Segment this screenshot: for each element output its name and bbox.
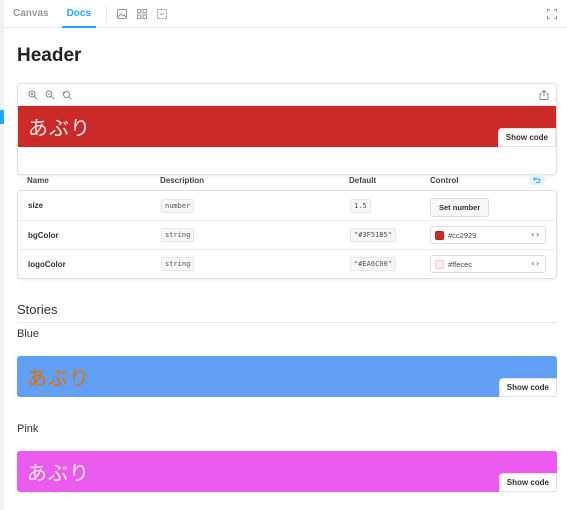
arg-name: size — [28, 201, 44, 210]
arg-type: string — [161, 257, 195, 271]
args-table-body: size number 1.5 Set number bgColor strin… — [17, 190, 557, 279]
share-icon[interactable] — [535, 86, 552, 103]
story-preview: あぶり Show code — [17, 83, 557, 175]
addon-toolbar: Canvas Docs — [4, 0, 567, 28]
set-number-button[interactable]: Set number — [430, 197, 490, 217]
image-icon[interactable] — [113, 5, 131, 23]
arg-type: number — [161, 198, 195, 213]
header-banner: あぶり Show code — [18, 106, 556, 147]
logocolor-color-input[interactable]: #ffecec ‹› — [430, 255, 546, 273]
logo-text: あぶり — [27, 366, 90, 390]
table-row: logoColor string "#EA6C00" #ffecec ‹› — [18, 249, 556, 278]
table-row: size number 1.5 Set number — [18, 191, 556, 220]
table-row: bgColor string "#3F51B5" #cc2929 ‹› — [18, 220, 556, 249]
color-value: #cc2929 — [448, 230, 477, 240]
show-code-button[interactable]: Show code — [498, 378, 557, 397]
args-table-header: Name Description Default Control — [17, 170, 557, 190]
header-banner: あぶり — [17, 451, 557, 492]
code-toggle-icon[interactable]: ‹› — [530, 259, 540, 268]
color-value: #ffecec — [448, 259, 473, 269]
fullscreen-icon[interactable] — [543, 5, 561, 23]
story-preview-pink: あぶり Show code — [17, 451, 557, 492]
header-control: Control — [430, 175, 459, 185]
arg-default: 1.5 — [350, 198, 371, 213]
story-title-blue: Blue — [17, 328, 40, 340]
story-preview-blue: あぶり Show code — [17, 356, 557, 397]
header-default: Default — [349, 175, 377, 185]
toolbar-divider — [106, 5, 108, 22]
outline-icon[interactable] — [153, 5, 171, 23]
color-swatch[interactable] — [435, 259, 444, 269]
logo-text: あぶり — [28, 116, 91, 140]
header-banner: あぶり — [17, 356, 557, 397]
zoom-in-icon[interactable] — [24, 86, 41, 103]
show-code-button[interactable]: Show code — [497, 128, 556, 147]
color-swatch[interactable] — [435, 230, 444, 240]
arg-default: "#EA6C00" — [350, 257, 396, 271]
code-toggle-icon[interactable]: ‹› — [530, 230, 540, 239]
tab-docs[interactable]: Docs — [58, 0, 100, 28]
show-code-button[interactable]: Show code — [498, 473, 557, 492]
stories-heading: Stories — [17, 302, 557, 323]
grid-icon[interactable] — [133, 5, 151, 23]
page-title: Header — [17, 45, 82, 66]
arg-default: "#3F51B5" — [350, 228, 396, 242]
bgcolor-color-input[interactable]: #cc2929 ‹› — [430, 226, 546, 244]
logo-text: あぶり — [27, 461, 90, 485]
args-table: Name Description Default Control size nu… — [17, 170, 557, 279]
header-name: Name — [27, 175, 49, 185]
header-description: Description — [160, 175, 205, 185]
reset-args-button[interactable] — [529, 175, 545, 185]
zoom-out-icon[interactable] — [41, 86, 58, 103]
arg-name: bgColor — [28, 230, 59, 240]
undo-icon — [533, 177, 541, 183]
sidebar-resize-handle[interactable] — [0, 110, 4, 124]
arg-name: logoColor — [28, 259, 66, 269]
tab-canvas[interactable]: Canvas — [4, 0, 58, 28]
preview-toolbar — [18, 84, 556, 106]
zoom-reset-icon[interactable] — [58, 86, 75, 103]
sidebar-edge — [0, 0, 4, 510]
arg-type: string — [161, 228, 195, 242]
story-title-pink: Pink — [17, 423, 39, 435]
